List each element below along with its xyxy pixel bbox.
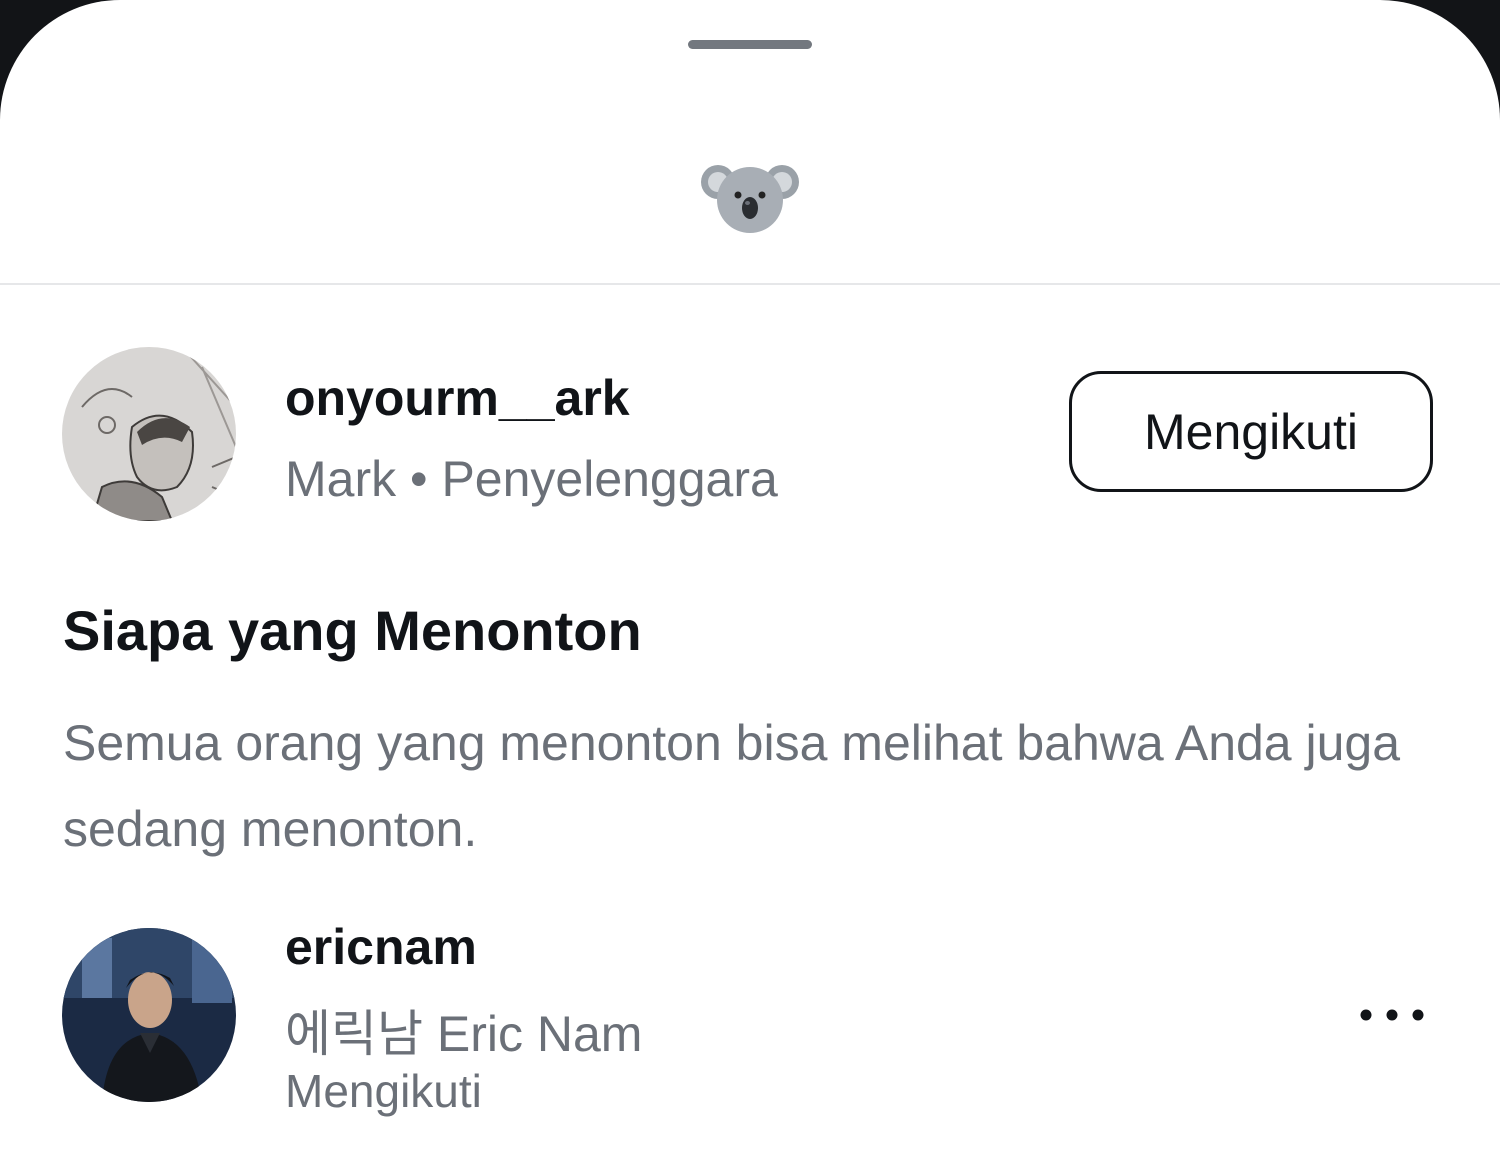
viewer-display-name: 에릭남 Eric Nam [285,1006,643,1062]
sheet-drag-handle[interactable] [688,40,812,49]
host-role: Penyelenggara [441,451,778,507]
more-horizontal-icon[interactable] [1350,990,1434,1040]
viewer-username[interactable]: ericnam [285,918,477,976]
host-separator: • [410,451,428,507]
host-name: Mark [285,451,397,507]
watchers-bottom-sheet: onyourm__ark Mark • Penyelenggara Mengik… [0,0,1500,1162]
host-username[interactable]: onyourm__ark [285,369,630,427]
host-subtitle: Mark • Penyelenggara [285,450,778,508]
section-description: Semua orang yang menonton bisa melihat b… [63,715,1401,857]
viewer-avatar[interactable] [62,928,236,1102]
host-avatar[interactable] [62,347,236,521]
header-divider [0,283,1500,285]
viewer-follow-status: Mengikuti [285,1065,482,1117]
section-title: Siapa yang Menonton [63,599,642,662]
following-button[interactable]: Mengikuti [1069,371,1433,492]
koala-icon [701,165,799,233]
